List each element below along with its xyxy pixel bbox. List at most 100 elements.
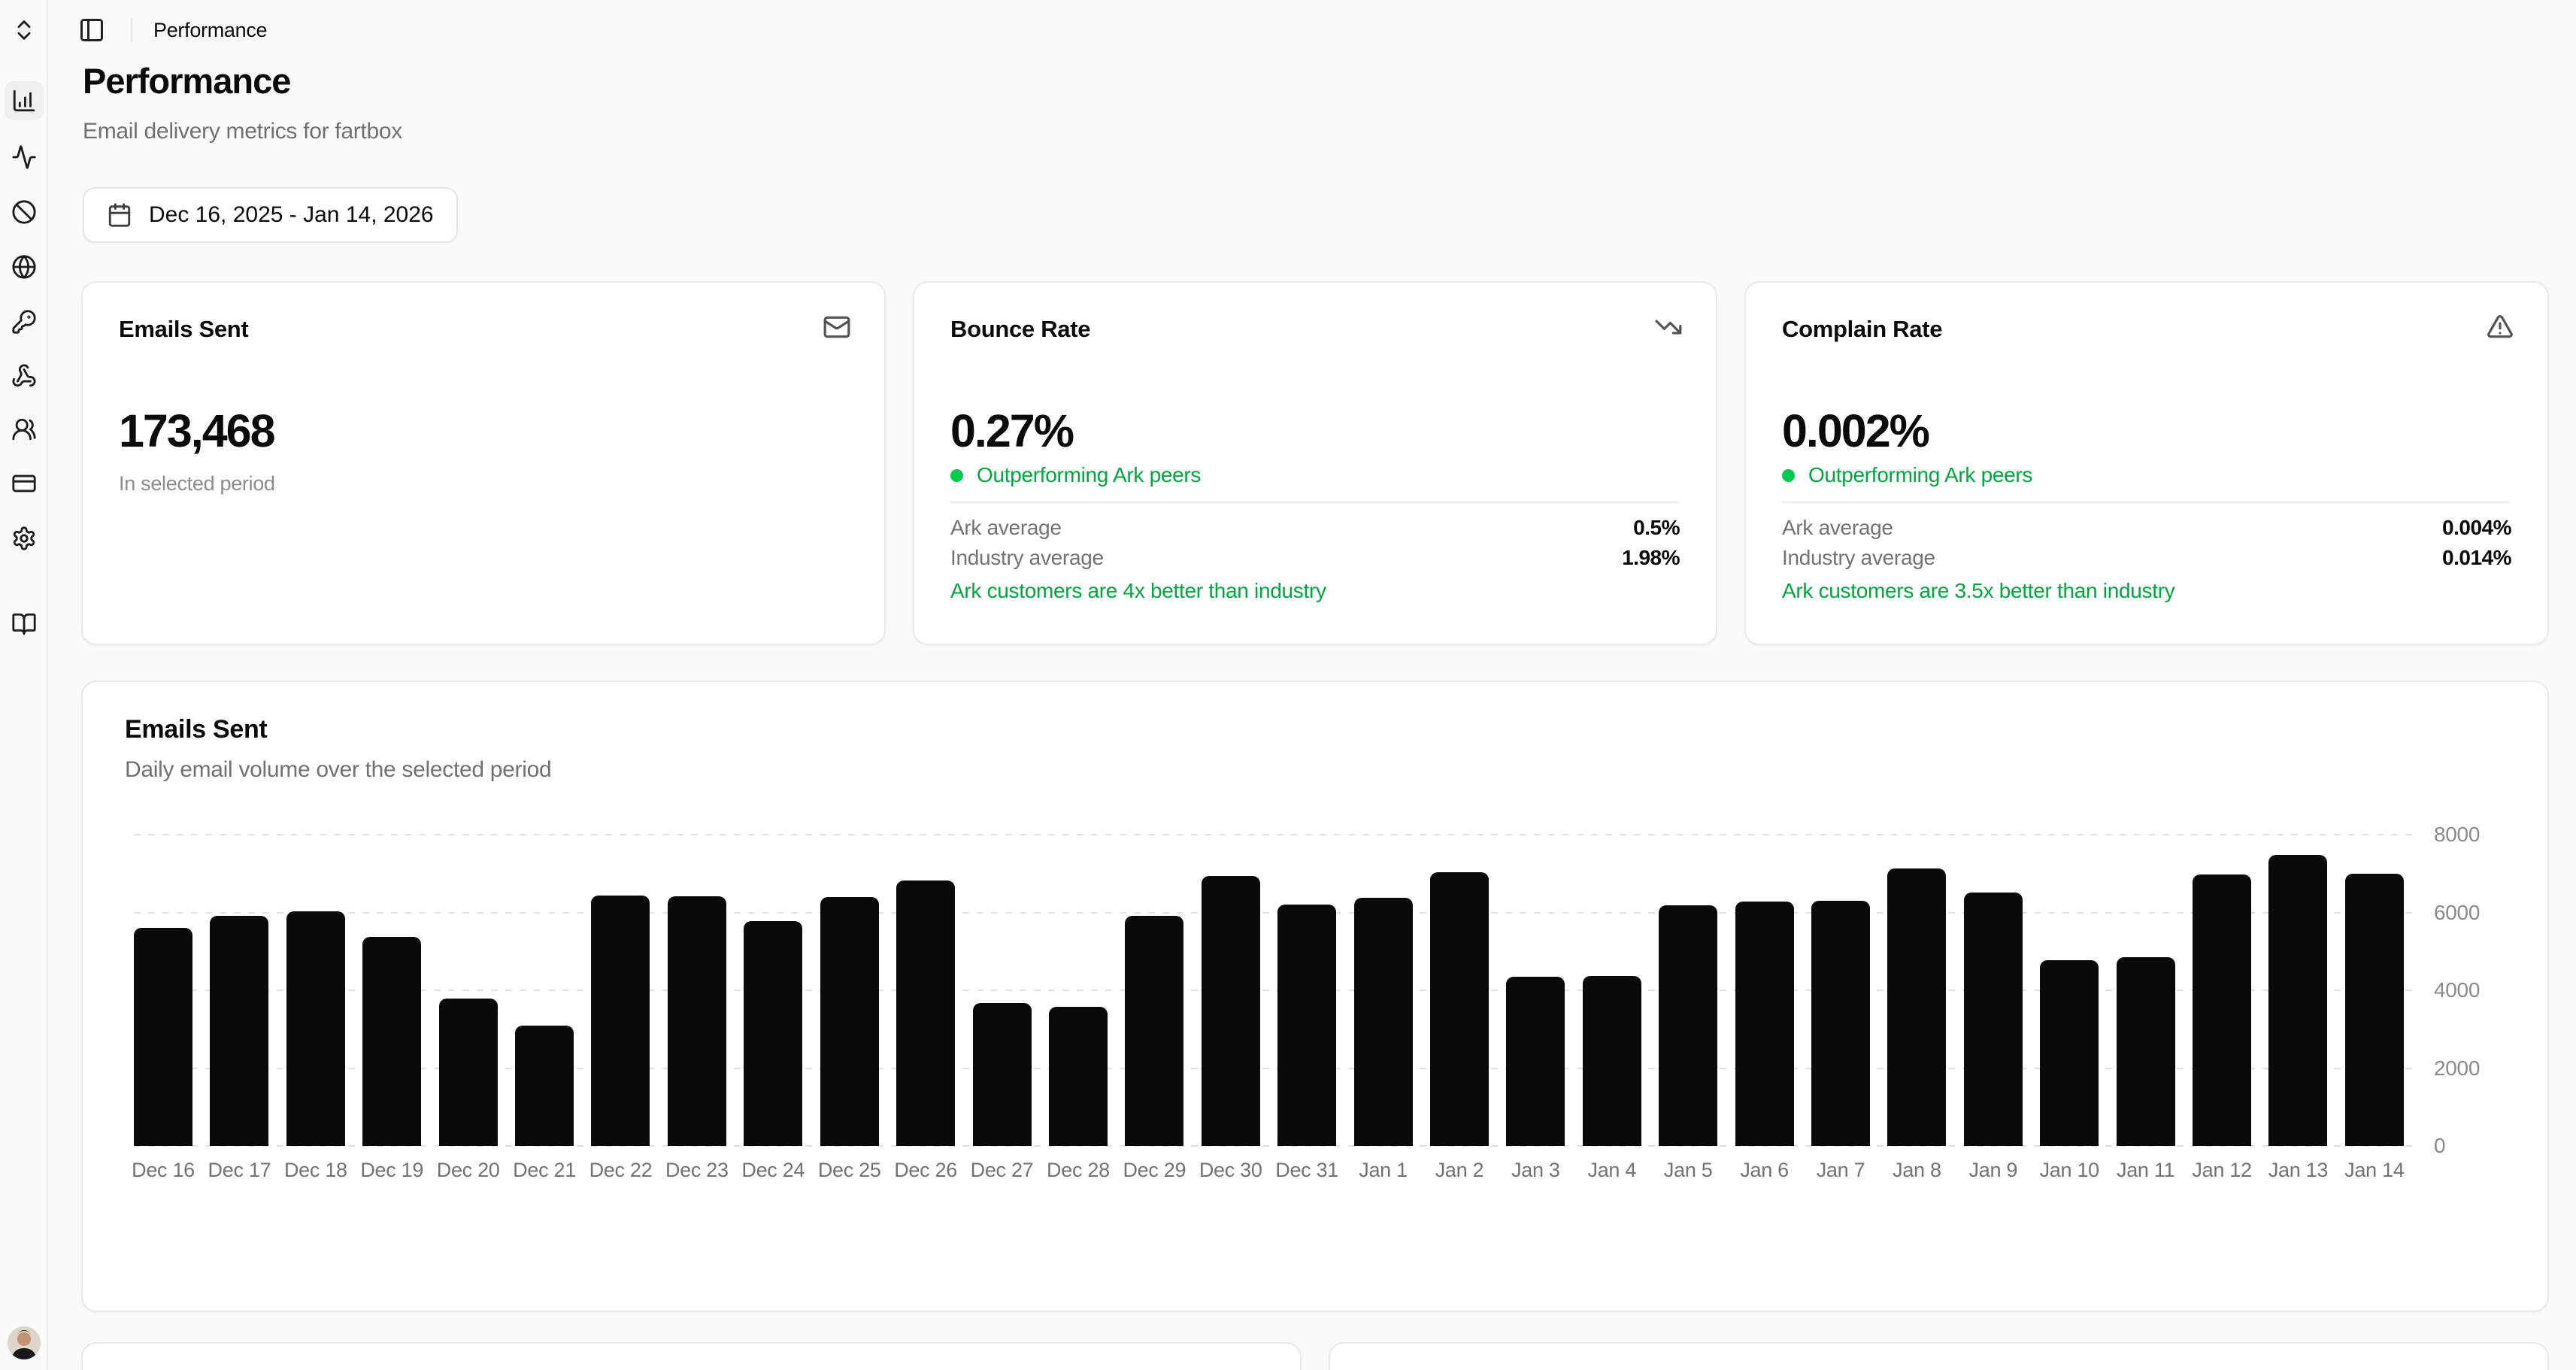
sidebar-item-activity[interactable] [5,138,44,177]
stat-value: 0.004% [2442,516,2511,539]
alert-triangle-icon [2486,313,2514,341]
sidebar [0,0,48,1370]
credit-card-icon [11,471,37,496]
date-range-label: Dec 16, 2025 - Jan 14, 2026 [149,202,434,227]
chart-bar[interactable] [744,921,803,1146]
chart-bar[interactable] [1963,893,2023,1146]
y-axis-tick-label: 6000 [2434,900,2481,924]
complain-rate-value: 0.002% [1782,405,1930,456]
chart-bar[interactable] [2040,960,2099,1146]
sidebar-item-webhook[interactable] [5,356,44,396]
chart-bar[interactable] [667,896,726,1146]
chart-bar[interactable] [1659,905,1718,1146]
gridline [134,911,2415,914]
chart-bar[interactable] [1048,1007,1108,1146]
topbar-divider [131,18,132,42]
chart-bar[interactable] [134,928,192,1146]
y-axis-tick-label: 4000 [2434,978,2481,1002]
y-axis-tick-label: 0 [2434,1134,2446,1157]
sidebar-item-gear[interactable] [5,519,44,558]
chart-bar[interactable] [1811,900,1871,1146]
card-title: Emails Sent [119,316,249,342]
globe-icon [11,254,37,280]
page-subtitle: Email delivery metrics for fartbox [83,119,402,144]
chart-bar[interactable] [1429,872,1489,1146]
stat-row: Ark average 0.004% [1782,516,2511,540]
chart-bar[interactable] [438,999,498,1146]
chart-bar[interactable] [1735,902,1794,1146]
chart-bar[interactable] [2116,957,2175,1146]
sidebar-item-chart-column[interactable] [5,81,44,120]
comparison-note: Ark customers are 4x better than industr… [950,579,1326,602]
chart-bar[interactable] [896,880,956,1146]
chart-bar[interactable] [1887,868,1947,1146]
gridline [134,834,2415,835]
status-badge: Outperforming Ark peers [1782,463,2032,487]
status-badge: Outperforming Ark peers [950,463,1201,487]
card-title: Bounce Rate [950,316,1091,342]
user-avatar[interactable] [8,1326,41,1359]
key-icon [11,309,37,335]
stat-label: Industry average [1782,546,1935,569]
chart-bar[interactable] [1506,977,1565,1146]
sidebar-item-credit-card[interactable] [5,464,44,503]
stat-label: Ark average [950,516,1062,539]
trending-down-icon [1654,313,1683,341]
chart-bar[interactable] [1277,905,1337,1146]
chart-bar[interactable] [820,897,879,1146]
chart-bar[interactable] [210,915,269,1146]
page-title: Performance [83,61,291,101]
green-dot-icon [950,468,963,482]
panel-left-icon [78,17,105,44]
chart-bar[interactable] [1582,976,1641,1146]
chart-bar[interactable] [2344,873,2404,1146]
card-title: Complain Rate [1782,316,1943,342]
y-axis-tick-label: 8000 [2434,823,2481,846]
sidebar-toggle-button[interactable] [74,12,110,48]
chevrons-up-down-icon [11,17,37,43]
chart-bar[interactable] [591,896,650,1146]
status-text: Outperforming Ark peers [977,463,1202,486]
sidebar-item-key[interactable] [5,302,44,341]
sidebar-item-globe[interactable] [5,247,44,286]
sidebar-item-book-open[interactable] [5,605,44,644]
chart-bar[interactable] [1353,898,1413,1146]
calendar-icon [107,202,132,228]
bar-chart-plot: 0 2000 4000 6000 8000 Dec 16 Dec 17 Dec 18 Dec 1… [83,682,2547,1311]
date-range-picker[interactable]: Dec 16, 2025 - Jan 14, 2026 [83,187,458,243]
x-axis-tick-label: Jan 14 [2344,1159,2405,1181]
card-divider [1782,502,2511,503]
green-dot-icon [1782,468,1795,482]
chart-bar[interactable] [972,1003,1032,1146]
status-text: Outperforming Ark peers [1808,463,2033,486]
user-photo-icon [8,1326,41,1359]
sidebar-item-users[interactable] [5,410,44,449]
mail-icon [823,313,851,341]
book-open-icon [11,611,37,637]
stat-value: 0.5% [1633,516,1680,539]
emails-sent-chart-card: Emails Sent Daily email volume over the … [81,680,2549,1312]
bounce-rate-value: 0.27% [950,405,1074,456]
ban-icon [11,199,37,225]
chart-bar[interactable] [1125,916,1184,1146]
chart-bar[interactable] [1201,876,1260,1146]
sidebar-item-ban[interactable] [5,192,44,232]
activity-icon [11,144,37,170]
chart-bar[interactable] [286,911,345,1146]
chart-bar[interactable] [2268,855,2328,1146]
stat-value: 0.014% [2442,546,2511,569]
workspace-switcher[interactable] [5,11,44,50]
chart-bar[interactable] [362,936,422,1146]
users-icon [11,417,37,442]
complain-rate-card: Complain Rate 0.002% Outperforming Ark p… [1744,281,2549,645]
chart-bar[interactable] [2193,874,2252,1146]
bottom-right-card [1329,1342,2549,1370]
bottom-left-card [81,1342,1302,1370]
bounce-rate-card: Bounce Rate 0.27% Outperforming Ark peer… [913,281,1717,645]
stat-value: 1.98% [1622,546,1680,569]
emails-sent-caption: In selected period [119,472,275,495]
chart-column-icon [11,88,37,114]
chart-bar[interactable] [515,1025,574,1146]
breadcrumb: Performance [153,19,268,41]
webhook-icon [11,363,37,389]
